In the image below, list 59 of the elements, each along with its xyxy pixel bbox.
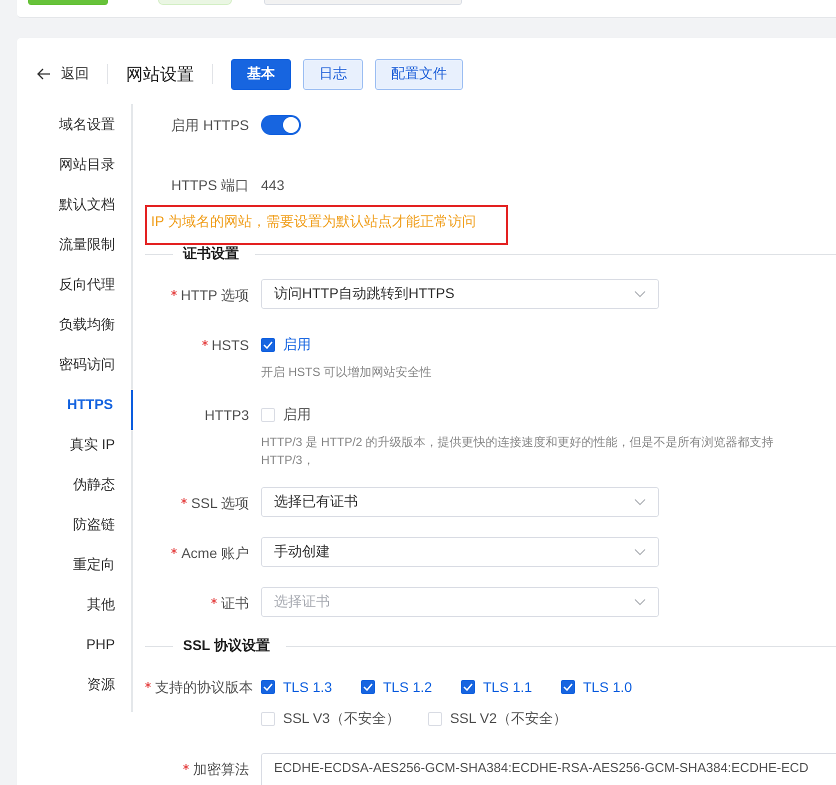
checkbox[interactable]: TLS 1.1: [461, 679, 533, 695]
chevron-down-icon: [634, 498, 646, 506]
checkbox[interactable]: SSL V3（不安全）: [261, 710, 400, 728]
page-title: 网站设置: [126, 64, 194, 86]
arrow-left-icon: [37, 68, 51, 80]
checkbox[interactable]: SSL V2（不安全）: [428, 710, 567, 728]
checkbox[interactable]: TLS 1.3: [261, 679, 333, 695]
checkbox[interactable]: 启用: [261, 406, 333, 424]
select-field[interactable]: 访问HTTP自动跳转到HTTPS: [261, 279, 659, 309]
checkbox-box[interactable]: [461, 680, 475, 694]
sidebar-item[interactable]: 域名设置: [17, 110, 133, 150]
checkbox-box[interactable]: [261, 680, 275, 694]
tab[interactable]: 基本: [231, 58, 291, 90]
select-field[interactable]: 选择已有证书: [261, 487, 659, 517]
back-button[interactable]: 返回: [37, 65, 89, 83]
field-label: HTTP 选项: [145, 279, 261, 311]
checkbox-box[interactable]: [561, 680, 575, 694]
sidebar-item[interactable]: 网站目录: [17, 150, 133, 190]
checkbox[interactable]: 启用: [261, 336, 333, 354]
sidebar-item[interactable]: 防盗链: [17, 510, 133, 550]
field-label: HTTPS 端口: [170, 176, 250, 195]
field-label: 证书: [145, 587, 261, 619]
sidebar-item[interactable]: 默认文档: [17, 190, 133, 230]
sidebar-item[interactable]: 密码访问: [17, 350, 133, 390]
sidebar-item[interactable]: HTTPS: [17, 390, 133, 430]
section-title: SSL 协议设置: [182, 637, 271, 655]
field-label: SSL 选项: [145, 487, 261, 519]
tab[interactable]: 配置文件: [375, 58, 463, 90]
sidebar-item[interactable]: 反向代理: [17, 270, 133, 310]
checkbox[interactable]: TLS 1.2: [361, 679, 433, 695]
section-title: 证书设置: [182, 245, 240, 263]
field-label: 加密算法: [145, 753, 261, 785]
field-value: 443: [261, 177, 284, 193]
field-label: Acme 账户: [145, 537, 261, 569]
sidebar-item[interactable]: 流量限制: [17, 230, 133, 270]
sidebar-item[interactable]: 真实 IP: [17, 430, 133, 470]
cipher-textarea[interactable]: ECDHE-ECDSA-AES256-GCM-SHA384:ECDHE-RSA-AES256-GCM-SHA384:ECDHE-ECD: [261, 753, 836, 785]
checkbox[interactable]: TLS 1.0: [561, 679, 633, 695]
sidebar-item[interactable]: 负载均衡: [17, 310, 133, 350]
field-label: 启用 HTTPS: [170, 116, 250, 135]
sidebar-item[interactable]: 伪静态: [17, 470, 133, 510]
hint-text: 开启 HSTS 可以增加网站安全性: [261, 364, 433, 381]
checkbox-box[interactable]: [261, 338, 275, 352]
warning-text: IP 为域名的网站，需要设置为默认站点才能正常访问: [151, 213, 476, 229]
checkbox-box[interactable]: [361, 680, 375, 694]
sidebar-item[interactable]: 其他: [17, 590, 133, 630]
sidebar-item[interactable]: 重定向: [17, 550, 133, 590]
select-field[interactable]: 手动创建: [261, 537, 659, 567]
sidebar-item[interactable]: PHP: [17, 630, 133, 670]
chevron-down-icon: [634, 598, 646, 606]
hint-text: HTTP/3 是 HTTP/2 的升级版本，提供更快的连接速度和更好的性能，但是不是所有浏览器都支持 HTTP/3，: [261, 434, 775, 469]
field-label: 支持的协议版本: [145, 671, 261, 703]
tab[interactable]: 日志: [303, 58, 363, 90]
toggle-switch[interactable]: [261, 115, 301, 135]
field-label: HSTS: [145, 329, 261, 361]
chevron-down-icon: [634, 548, 646, 556]
field-label: HTTP3: [204, 406, 250, 425]
sidebar-item[interactable]: 资源: [17, 670, 133, 710]
chevron-down-icon: [634, 290, 646, 298]
